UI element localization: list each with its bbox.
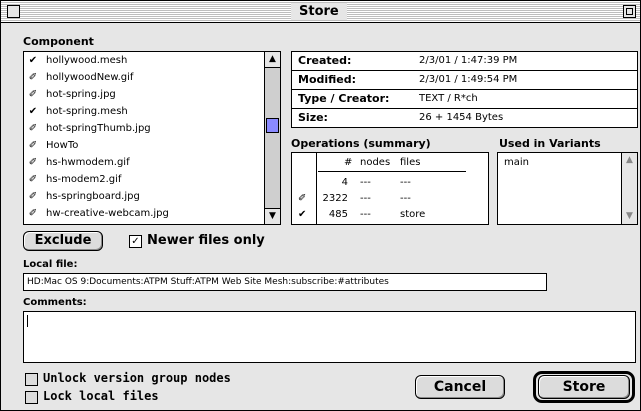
variants-label: Used in Variants bbox=[499, 137, 601, 150]
info-row-size: Size: 26 + 1454 Bytes bbox=[292, 109, 637, 127]
close-box[interactable] bbox=[7, 5, 20, 18]
status-mark-icon: ✔ bbox=[28, 106, 38, 117]
list-item[interactable]: ✐ hot-spring.jpg bbox=[24, 86, 260, 104]
type-creator-value: TEXT / R*ch bbox=[419, 93, 478, 104]
list-item[interactable]: ✐ hs-springboard.jpg bbox=[24, 188, 260, 206]
component-scrollbar[interactable]: ▲ ▼ bbox=[264, 52, 280, 224]
status-mark-icon: ✐ bbox=[28, 157, 38, 168]
scroll-up-arrow-icon[interactable]: ▲ bbox=[622, 153, 637, 168]
scroll-down-arrow-icon[interactable]: ▼ bbox=[622, 209, 637, 224]
component-list[interactable]: ✔ hollywood.mesh ✐ hollywoodNew.gif ✐ ho… bbox=[23, 51, 281, 225]
variants-list[interactable]: main ▲ ▼ bbox=[497, 152, 638, 225]
scroll-thumb[interactable] bbox=[266, 118, 279, 133]
list-item-name: HowTo bbox=[46, 140, 79, 151]
op-nodes: --- bbox=[360, 193, 371, 204]
ops-divider bbox=[316, 153, 317, 224]
created-value: 2/3/01 / 1:47:39 PM bbox=[419, 55, 518, 66]
status-mark-icon: ✐ bbox=[28, 140, 38, 151]
list-item[interactable]: ✔ hollywood.mesh bbox=[24, 52, 260, 70]
op-mark-icon: ✐ bbox=[298, 193, 307, 204]
list-item[interactable]: ✔ hot-spring.mesh bbox=[24, 103, 260, 121]
op-count: 2322 bbox=[322, 193, 348, 204]
list-item[interactable]: ✐ hs-hwmodem.gif bbox=[24, 154, 260, 172]
newer-files-label: Newer files only bbox=[147, 233, 265, 248]
created-label: Created: bbox=[298, 54, 352, 67]
status-mark-icon: ✔ bbox=[28, 55, 38, 66]
newer-files-checkbox[interactable]: ✓ bbox=[129, 235, 142, 248]
list-item-name: hollywood.mesh bbox=[46, 55, 128, 66]
store-window: Store Component ✔ hollywood.mesh ✐ holly… bbox=[0, 0, 641, 411]
text-cursor bbox=[27, 315, 28, 327]
title-bar[interactable]: Store bbox=[1, 1, 640, 23]
ops-header-count: # bbox=[344, 157, 353, 168]
ops-header-rule bbox=[318, 171, 466, 172]
list-item-name: hs-springboard.jpg bbox=[46, 191, 140, 202]
status-mark-icon: ✐ bbox=[28, 191, 38, 202]
op-count: 485 bbox=[328, 209, 348, 220]
variants-scrollbar[interactable]: ▲ ▼ bbox=[621, 153, 637, 224]
list-item-name: hot-spring.mesh bbox=[46, 106, 128, 117]
list-item[interactable]: ✐ hot-springThumb.jpg bbox=[24, 120, 260, 138]
op-files: --- bbox=[400, 177, 411, 188]
store-button[interactable]: Store bbox=[538, 375, 630, 399]
op-nodes: --- bbox=[360, 177, 371, 188]
zoom-box-icon[interactable] bbox=[623, 5, 636, 18]
scroll-up-arrow-icon[interactable]: ▲ bbox=[265, 52, 280, 68]
window-title: Store bbox=[291, 3, 347, 20]
comments-label: Comments: bbox=[23, 297, 87, 308]
lock-checkbox[interactable] bbox=[25, 391, 38, 404]
op-mark-icon: ✔ bbox=[298, 209, 307, 220]
file-info-panel: Created: 2/3/01 / 1:47:39 PM Modified: 2… bbox=[291, 51, 638, 128]
size-value: 26 + 1454 Bytes bbox=[419, 112, 504, 123]
exclude-button[interactable]: Exclude bbox=[23, 231, 103, 251]
unlock-checkbox[interactable] bbox=[25, 373, 38, 386]
ops-header-nodes: nodes bbox=[360, 157, 391, 168]
status-mark-icon: ✐ bbox=[28, 123, 38, 134]
operations-label: Operations (summary) bbox=[291, 137, 431, 150]
size-label: Size: bbox=[298, 111, 328, 124]
list-item[interactable]: ✐ hs-modem2.gif bbox=[24, 171, 260, 189]
list-item[interactable]: main bbox=[504, 157, 529, 168]
component-label: Component bbox=[23, 35, 94, 48]
ops-header-files: files bbox=[400, 157, 421, 168]
list-item-name: hot-spring.jpg bbox=[46, 89, 116, 100]
modified-label: Modified: bbox=[298, 73, 357, 86]
list-item-name: hot-springThumb.jpg bbox=[46, 123, 151, 134]
op-nodes: --- bbox=[360, 209, 371, 220]
type-creator-label: Type / Creator: bbox=[298, 92, 390, 105]
status-mark-icon: ✐ bbox=[28, 208, 38, 219]
modified-value: 2/3/01 / 1:49:54 PM bbox=[419, 74, 518, 85]
cancel-button[interactable]: Cancel bbox=[415, 375, 505, 399]
op-files: --- bbox=[400, 193, 411, 204]
list-item[interactable]: ✐ hollywoodNew.gif bbox=[24, 69, 260, 87]
scroll-down-arrow-icon[interactable]: ▼ bbox=[265, 208, 280, 224]
info-row-type: Type / Creator: TEXT / R*ch bbox=[292, 90, 637, 109]
op-files: store bbox=[400, 209, 426, 220]
status-mark-icon: ✐ bbox=[28, 72, 38, 83]
local-file-path: HD:Mac OS 9:Documents:ATPM Stuff:ATPM We… bbox=[23, 273, 547, 291]
list-item-name: hs-hwmodem.gif bbox=[46, 157, 130, 168]
comments-field[interactable] bbox=[23, 311, 636, 363]
list-item[interactable]: ✐ hw-creative-webcam.jpg bbox=[24, 205, 260, 223]
info-row-modified: Modified: 2/3/01 / 1:49:54 PM bbox=[292, 71, 637, 90]
list-item-name: hw-creative-webcam.jpg bbox=[46, 208, 169, 219]
list-item-name: hollywoodNew.gif bbox=[46, 72, 134, 83]
info-row-created: Created: 2/3/01 / 1:47:39 PM bbox=[292, 52, 637, 71]
unlock-label: Unlock version group nodes bbox=[43, 371, 231, 385]
status-mark-icon: ✐ bbox=[28, 89, 38, 100]
lock-label: Lock local files bbox=[43, 389, 159, 403]
status-mark-icon: ✐ bbox=[28, 174, 38, 185]
list-item[interactable]: ✐ HowTo bbox=[24, 137, 260, 155]
local-file-label: Local file: bbox=[23, 259, 78, 270]
operations-summary-table: # nodes files 4 --- --- ✐ 2322 --- --- ✔… bbox=[291, 152, 489, 225]
op-count: 4 bbox=[341, 177, 348, 188]
list-item-name: hs-modem2.gif bbox=[46, 174, 122, 185]
